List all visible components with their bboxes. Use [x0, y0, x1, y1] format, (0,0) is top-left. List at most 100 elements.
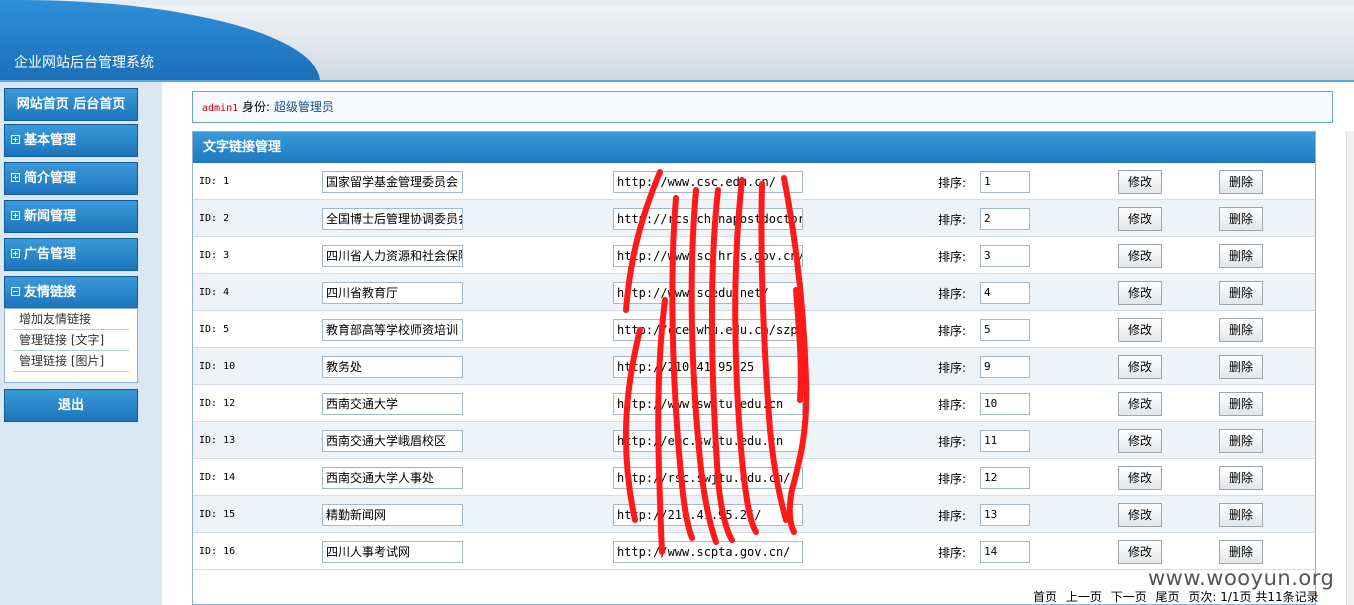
sort-label: 排序:: [938, 398, 967, 412]
menu-links[interactable]: 友情链接: [4, 276, 138, 309]
delete-button[interactable]: 删除: [1219, 281, 1263, 305]
menu-basic[interactable]: 基本管理: [4, 124, 138, 157]
home-button[interactable]: 网站首页 后台首页: [4, 88, 138, 121]
edit-button[interactable]: 修改: [1118, 503, 1162, 527]
pager-last[interactable]: 尾页: [1156, 590, 1180, 604]
link-id: ID: 5: [199, 324, 230, 335]
table-row: ID: 15 精勤新闻网 http://210.41.95.26/排序: 13 修改 删除: [193, 496, 1315, 533]
menu-news[interactable]: 新闻管理: [4, 200, 138, 233]
submenu-add-link[interactable]: 增加友情链接: [13, 309, 129, 330]
links-submenu: 增加友情链接 管理链接 [文字] 管理链接 [图片]: [4, 308, 138, 383]
link-name-input[interactable]: 国家留学基金管理委员会: [322, 171, 463, 193]
delete-button[interactable]: 删除: [1219, 355, 1263, 379]
link-url-input[interactable]: http://emc.swjtu.edu.cn: [613, 430, 803, 452]
link-name-input[interactable]: 四川人事考试网: [322, 541, 463, 563]
menu-label: 基本管理: [24, 133, 77, 148]
delete-button[interactable]: 删除: [1219, 503, 1263, 527]
menu-label: 新闻管理: [24, 209, 77, 224]
sort-input[interactable]: 12: [980, 467, 1030, 489]
link-id: ID: 16: [199, 546, 236, 557]
sort-input[interactable]: 11: [980, 430, 1030, 452]
sort-input[interactable]: 9: [980, 356, 1030, 378]
edit-button[interactable]: 修改: [1118, 207, 1162, 231]
header-divider: [0, 80, 1354, 82]
link-url-input[interactable]: http://rsc.swjtu.edu.cn/: [613, 467, 803, 489]
menu-ads[interactable]: 广告管理: [4, 238, 138, 271]
link-name-input[interactable]: 教育部高等学校师资培训: [322, 319, 463, 341]
edit-button[interactable]: 修改: [1118, 318, 1162, 342]
sort-input[interactable]: 5: [980, 319, 1030, 341]
expand-icon: [11, 249, 20, 258]
submenu-manage-text-links[interactable]: 管理链接 [文字]: [13, 330, 129, 351]
delete-button[interactable]: 删除: [1219, 540, 1263, 564]
table-row: ID: 13 西南交通大学峨眉校区 http://emc.swjtu.edu.cn 排…: [193, 422, 1315, 459]
link-name-input[interactable]: 西南交通大学峨眉校区: [322, 430, 463, 452]
username: admin1: [202, 103, 239, 114]
link-url-input[interactable]: http://210.41.95.26/: [613, 504, 803, 526]
sort-input[interactable]: 14: [980, 541, 1030, 563]
edit-button[interactable]: 修改: [1118, 466, 1162, 490]
delete-button[interactable]: 删除: [1219, 318, 1263, 342]
edit-button[interactable]: 修改: [1118, 429, 1162, 453]
link-id: ID: 1: [199, 176, 230, 187]
link-name-input[interactable]: 全国博士后管理协调委员会: [322, 208, 463, 230]
edit-button[interactable]: 修改: [1118, 355, 1162, 379]
sort-input[interactable]: 10: [980, 393, 1030, 415]
link-id: ID: 2: [199, 213, 230, 224]
edit-button[interactable]: 修改: [1118, 540, 1162, 564]
expand-icon: [11, 173, 20, 182]
link-url-input[interactable]: http://www.swjtu.edu.cn: [613, 393, 803, 415]
submenu-manage-image-links[interactable]: 管理链接 [图片]: [13, 351, 129, 372]
sort-input[interactable]: 2: [980, 208, 1030, 230]
user-info-bar: admin1 身份: 超级管理员: [192, 91, 1333, 123]
delete-button[interactable]: 删除: [1219, 466, 1263, 490]
pager-first[interactable]: 首页: [1033, 590, 1057, 604]
link-url-input[interactable]: http://www.sc.hrss.gov.cn/: [613, 245, 803, 267]
pager-next[interactable]: 下一页: [1111, 590, 1147, 604]
sort-label: 排序:: [938, 546, 967, 560]
site-title: 企业网站后台管理系统: [14, 55, 154, 71]
sort-input[interactable]: 4: [980, 282, 1030, 304]
link-name-input[interactable]: 四川省教育厅: [322, 282, 463, 304]
sort-input[interactable]: 3: [980, 245, 1030, 267]
link-url-input[interactable]: http://www.scpta.gov.cn/: [613, 541, 803, 563]
pager-info: 页次: 1/1页 共11条记录: [1188, 590, 1319, 604]
pagination: 首页 上一页 下一页 尾页 页次: 1/1页 共11条记录: [1033, 588, 1324, 605]
link-name-input[interactable]: 西南交通大学: [322, 393, 463, 415]
header-bar: 企业网站后台管理系统: [0, 0, 1354, 82]
edit-button[interactable]: 修改: [1118, 392, 1162, 416]
delete-button[interactable]: 删除: [1219, 207, 1263, 231]
link-name-input[interactable]: 教务处: [322, 356, 463, 378]
logout-button[interactable]: 退出: [4, 389, 138, 422]
link-name-input[interactable]: 精勤新闻网: [322, 504, 463, 526]
link-url-input[interactable]: http://rcs.chinapostdoctor.: [613, 208, 803, 230]
link-name-input[interactable]: 西南交通大学人事处: [322, 467, 463, 489]
link-url-input[interactable]: http://cce.whu.edu.cn/szpx: [613, 319, 803, 341]
sort-label: 排序:: [938, 324, 967, 338]
delete-button[interactable]: 删除: [1219, 170, 1263, 194]
menu-intro[interactable]: 简介管理: [4, 162, 138, 195]
link-url-input[interactable]: http://210.41.95.25: [613, 356, 803, 378]
edit-button[interactable]: 修改: [1118, 170, 1162, 194]
delete-button[interactable]: 删除: [1219, 429, 1263, 453]
link-url-input[interactable]: http://www.csc.edu.cn/: [613, 171, 803, 193]
delete-button[interactable]: 删除: [1219, 244, 1263, 268]
link-name-input[interactable]: 四川省人力资源和社会保障厅: [322, 245, 463, 267]
sort-label: 排序:: [938, 435, 967, 449]
panel-title: 文字链接管理: [193, 132, 1315, 163]
sort-input[interactable]: 13: [980, 504, 1030, 526]
edit-button[interactable]: 修改: [1118, 281, 1162, 305]
pager-prev[interactable]: 上一页: [1066, 590, 1102, 604]
menu-label: 广告管理: [24, 247, 77, 262]
link-id: ID: 3: [199, 250, 230, 261]
table-row: ID: 4 四川省教育厅 http://www.scedu.net/排序: 4 修改 删除: [193, 274, 1315, 311]
table-row: ID: 2 全国博士后管理协调委员会 http://rcs.chinapostdoc…: [193, 200, 1315, 237]
link-url-input[interactable]: http://www.scedu.net/: [613, 282, 803, 304]
sort-label: 排序:: [938, 213, 967, 227]
edit-button[interactable]: 修改: [1118, 244, 1162, 268]
watermark: www.wooyun.org: [1148, 566, 1335, 590]
sort-input[interactable]: 1: [980, 171, 1030, 193]
delete-button[interactable]: 删除: [1219, 392, 1263, 416]
header-strip: [0, 0, 1354, 6]
scrollbar[interactable]: [1346, 131, 1354, 605]
